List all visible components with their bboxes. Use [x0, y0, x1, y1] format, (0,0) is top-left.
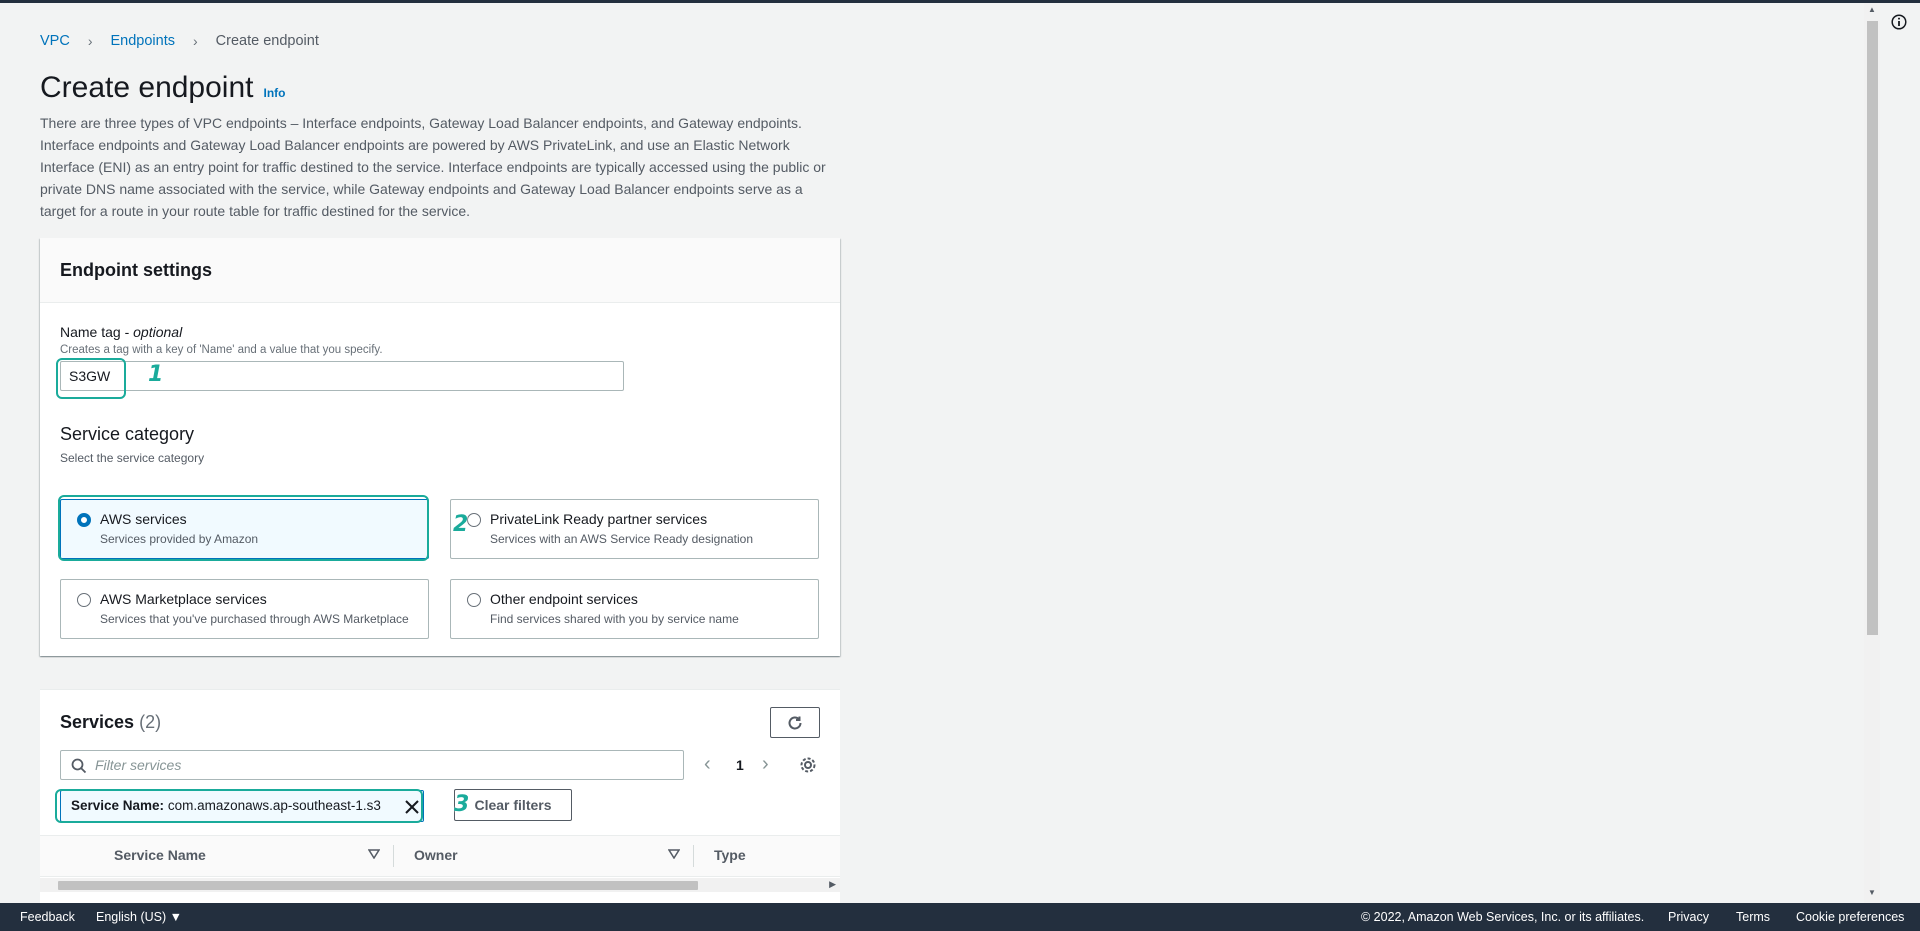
refresh-button[interactable]	[770, 707, 820, 738]
radio-unselected-icon[interactable]	[467, 593, 481, 607]
filter-services-input[interactable]: Filter services	[60, 750, 684, 780]
service-category-hint: Select the service category	[60, 451, 205, 465]
column-service-name[interactable]: Service Name	[114, 847, 206, 863]
terms-link[interactable]: Terms	[1736, 910, 1770, 924]
horizontal-scrollbar[interactable]: ▶	[40, 878, 840, 892]
page-number[interactable]: 1	[736, 757, 744, 773]
breadcrumb-vpc-link[interactable]: VPC	[40, 33, 70, 49]
callout-number-2: 2	[453, 512, 469, 537]
service-category-label: Service category	[60, 424, 195, 444]
option-other-endpoint[interactable]: Other endpoint services Find services sh…	[450, 579, 819, 639]
clear-filters-button[interactable]: Clear filters	[454, 789, 572, 821]
filter-placeholder: Filter services	[95, 757, 182, 773]
search-icon	[71, 758, 87, 774]
chevron-right-icon: ›	[193, 33, 198, 49]
endpoint-settings-heading: Endpoint settings	[60, 259, 212, 280]
column-type[interactable]: Type	[714, 847, 746, 863]
sort-icon[interactable]	[668, 849, 680, 859]
cookie-preferences-link[interactable]: Cookie preferences	[1796, 910, 1904, 924]
vertical-scroll-thumb[interactable]	[1867, 21, 1878, 635]
option-subtitle: Find services shared with you by service…	[490, 612, 739, 626]
optional-label: optional	[133, 324, 183, 340]
gear-icon	[800, 757, 816, 773]
scroll-down-arrow-icon[interactable]: ▼	[1868, 888, 1876, 897]
page-description: There are three types of VPC endpoints –…	[40, 115, 826, 219]
horizontal-scroll-thumb[interactable]	[58, 881, 698, 890]
callout-frame-3	[55, 789, 423, 823]
services-heading: Services (2)	[60, 712, 161, 733]
scroll-right-arrow-icon[interactable]: ▶	[829, 879, 836, 890]
callout-frame-2	[58, 495, 429, 561]
radio-unselected-icon[interactable]	[77, 593, 91, 607]
info-link[interactable]: Info	[264, 86, 286, 100]
page-title-text: Create endpoint	[40, 71, 254, 104]
settings-button[interactable]	[799, 756, 817, 779]
radio-unselected-icon[interactable]	[467, 513, 481, 527]
name-tag-label: Name tag - optional	[60, 324, 182, 340]
panel-header: Endpoint settings	[40, 238, 840, 303]
option-title: Other endpoint services	[490, 591, 638, 607]
services-table-header: Service Name Owner Type	[40, 835, 840, 877]
feedback-link[interactable]: Feedback	[20, 910, 75, 924]
info-circle-icon	[1891, 14, 1907, 30]
option-title: AWS Marketplace services	[100, 591, 267, 607]
sort-icon[interactable]	[368, 849, 380, 859]
refresh-icon	[788, 716, 802, 729]
option-title: PrivateLink Ready partner services	[490, 511, 708, 527]
language-selector[interactable]: English (US) ▼	[96, 910, 182, 924]
services-heading-text: Services	[60, 712, 135, 732]
footer: Feedback English (US) ▼ © 2022, Amazon W…	[0, 903, 1920, 931]
breadcrumb-endpoints-link[interactable]: Endpoints	[111, 33, 176, 49]
next-page-button[interactable]: ›	[762, 753, 769, 776]
option-aws-marketplace[interactable]: AWS Marketplace services Services that y…	[60, 579, 429, 639]
scroll-up-arrow-icon[interactable]: ▲	[1868, 5, 1876, 14]
column-divider	[393, 845, 394, 867]
column-divider	[693, 845, 694, 867]
services-panel: Services (2) Filter services ‹ 1 › Servi…	[40, 689, 840, 903]
page-title: Create endpoint Info	[40, 71, 286, 105]
help-panel-button[interactable]	[1891, 14, 1907, 35]
callout-number-3: 3	[454, 792, 470, 817]
name-tag-hint: Creates a tag with a key of 'Name' and a…	[60, 344, 383, 356]
name-tag-input[interactable]: S3GW	[60, 361, 624, 391]
option-subtitle: Services with an AWS Service Ready desig…	[490, 532, 754, 546]
callout-frame-1	[56, 358, 126, 399]
services-count: (2)	[139, 712, 162, 732]
chevron-right-icon: ›	[87, 33, 93, 49]
copyright-text: © 2022, Amazon Web Services, Inc. or its…	[1361, 910, 1645, 924]
breadcrumb: VPC › Endpoints › Create endpoint	[40, 33, 319, 49]
column-owner[interactable]: Owner	[414, 847, 458, 863]
endpoint-settings-panel: Endpoint settings Name tag - optional Cr…	[40, 238, 840, 656]
vertical-scrollbar[interactable]: ▲ ▼	[1864, 3, 1880, 903]
privacy-link[interactable]: Privacy	[1668, 910, 1709, 924]
prev-page-button[interactable]: ‹	[704, 753, 711, 776]
breadcrumb-current: Create endpoint	[215, 33, 319, 49]
callout-number-1: 1	[148, 362, 164, 387]
name-tag-label-text: Name tag -	[60, 324, 134, 340]
option-subtitle: Services that you've purchased through A…	[100, 612, 409, 626]
option-privatelink-partner[interactable]: PrivateLink Ready partner services Servi…	[450, 499, 819, 559]
main-content: VPC › Endpoints › Create endpoint Create…	[0, 3, 1880, 903]
